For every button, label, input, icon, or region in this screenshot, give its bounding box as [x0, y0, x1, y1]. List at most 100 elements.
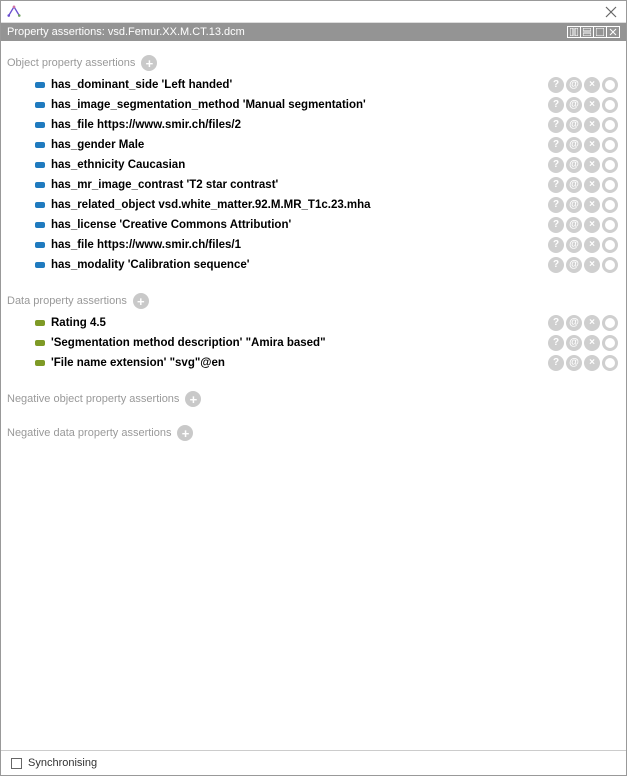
row-actions: ?@×	[548, 97, 620, 113]
ring-button[interactable]	[602, 177, 618, 193]
ring-button[interactable]	[602, 237, 618, 253]
panel-window-buttons	[568, 26, 620, 38]
object-property-icon	[35, 142, 45, 148]
assertion-row[interactable]: has_ethnicity Caucasian?@×	[7, 155, 620, 175]
assertion-text: 'File name extension' "svg"@en	[49, 357, 544, 369]
ring-button[interactable]	[602, 157, 618, 173]
row-actions: ?@×	[548, 137, 620, 153]
delete-button[interactable]: ×	[584, 335, 600, 351]
assertion-row[interactable]: has_license 'Creative Commons Attributio…	[7, 215, 620, 235]
window-close-button[interactable]	[602, 3, 620, 21]
assertion-text: has_gender Male	[49, 139, 544, 151]
ring-button[interactable]	[602, 197, 618, 213]
ring-button[interactable]	[602, 355, 618, 371]
add-data-assertion-button[interactable]: +	[133, 293, 149, 309]
at-button[interactable]: @	[566, 97, 582, 113]
delete-button[interactable]: ×	[584, 257, 600, 273]
ring-button[interactable]	[602, 217, 618, 233]
section-header-negobj: Negative object property assertions +	[7, 391, 620, 407]
add-neg-data-assertion-button[interactable]: +	[177, 425, 193, 441]
assertion-row[interactable]: has_related_object vsd.white_matter.92.M…	[7, 195, 620, 215]
at-button[interactable]: @	[566, 177, 582, 193]
assertion-text: has_ethnicity Caucasian	[49, 159, 544, 171]
delete-button[interactable]: ×	[584, 77, 600, 93]
help-button[interactable]: ?	[548, 335, 564, 351]
synchronising-checkbox[interactable]	[11, 758, 22, 769]
delete-button[interactable]: ×	[584, 137, 600, 153]
assertion-row[interactable]: has_image_segmentation_method 'Manual se…	[7, 95, 620, 115]
panel-btn-1[interactable]	[567, 26, 581, 38]
help-button[interactable]: ?	[548, 137, 564, 153]
at-button[interactable]: @	[566, 257, 582, 273]
assertion-text: has_license 'Creative Commons Attributio…	[49, 219, 544, 231]
ring-button[interactable]	[602, 77, 618, 93]
object-property-icon	[35, 82, 45, 88]
ring-button[interactable]	[602, 97, 618, 113]
delete-button[interactable]: ×	[584, 117, 600, 133]
app-logo-icon	[7, 5, 21, 19]
help-button[interactable]: ?	[548, 355, 564, 371]
at-button[interactable]: @	[566, 197, 582, 213]
data-property-section: Data property assertions + Rating 4.5?@×…	[7, 293, 620, 373]
ring-button[interactable]	[602, 117, 618, 133]
assertion-row[interactable]: has_file https://www.smir.ch/files/1?@×	[7, 235, 620, 255]
at-button[interactable]: @	[566, 217, 582, 233]
negative-object-property-section: Negative object property assertions +	[7, 391, 620, 407]
help-button[interactable]: ?	[548, 217, 564, 233]
row-actions: ?@×	[548, 217, 620, 233]
panel-title: Property assertions: vsd.Femur.XX.M.CT.1…	[7, 26, 568, 38]
section-label: Negative data property assertions	[7, 427, 171, 439]
delete-button[interactable]: ×	[584, 157, 600, 173]
assertion-row[interactable]: has_dominant_side 'Left handed'?@×	[7, 75, 620, 95]
help-button[interactable]: ?	[548, 177, 564, 193]
at-button[interactable]: @	[566, 237, 582, 253]
assertion-row[interactable]: has_modality 'Calibration sequence'?@×	[7, 255, 620, 275]
assertion-row[interactable]: has_gender Male?@×	[7, 135, 620, 155]
at-button[interactable]: @	[566, 315, 582, 331]
ring-button[interactable]	[602, 137, 618, 153]
ring-button[interactable]	[602, 335, 618, 351]
ring-button[interactable]	[602, 315, 618, 331]
panel-btn-4[interactable]	[606, 26, 620, 38]
help-button[interactable]: ?	[548, 117, 564, 133]
help-button[interactable]: ?	[548, 237, 564, 253]
assertion-row[interactable]: 'Segmentation method description' "Amira…	[7, 333, 620, 353]
add-object-assertion-button[interactable]: +	[141, 55, 157, 71]
delete-button[interactable]: ×	[584, 315, 600, 331]
assertion-row[interactable]: has_mr_image_contrast 'T2 star contrast'…	[7, 175, 620, 195]
delete-button[interactable]: ×	[584, 177, 600, 193]
row-actions: ?@×	[548, 117, 620, 133]
delete-button[interactable]: ×	[584, 197, 600, 213]
assertion-row[interactable]: 'File name extension' "svg"@en?@×	[7, 353, 620, 373]
help-button[interactable]: ?	[548, 77, 564, 93]
content-area: Object property assertions + has_dominan…	[1, 41, 626, 750]
assertion-row[interactable]: has_file https://www.smir.ch/files/2?@×	[7, 115, 620, 135]
delete-button[interactable]: ×	[584, 97, 600, 113]
at-button[interactable]: @	[566, 355, 582, 371]
at-button[interactable]: @	[566, 137, 582, 153]
delete-button[interactable]: ×	[584, 217, 600, 233]
help-button[interactable]: ?	[548, 157, 564, 173]
row-actions: ?@×	[548, 257, 620, 273]
panel-btn-3[interactable]	[593, 26, 607, 38]
object-property-icon	[35, 102, 45, 108]
assertion-text: Rating 4.5	[49, 317, 544, 329]
at-button[interactable]: @	[566, 77, 582, 93]
at-button[interactable]: @	[566, 117, 582, 133]
data-property-icon	[35, 320, 45, 326]
assertion-row[interactable]: Rating 4.5?@×	[7, 313, 620, 333]
delete-button[interactable]: ×	[584, 237, 600, 253]
panel-btn-2[interactable]	[580, 26, 594, 38]
add-neg-object-assertion-button[interactable]: +	[185, 391, 201, 407]
delete-button[interactable]: ×	[584, 355, 600, 371]
help-button[interactable]: ?	[548, 315, 564, 331]
ring-button[interactable]	[602, 257, 618, 273]
row-actions: ?@×	[548, 177, 620, 193]
at-button[interactable]: @	[566, 335, 582, 351]
help-button[interactable]: ?	[548, 197, 564, 213]
at-button[interactable]: @	[566, 157, 582, 173]
panel-header: Property assertions: vsd.Femur.XX.M.CT.1…	[1, 23, 626, 41]
help-button[interactable]: ?	[548, 97, 564, 113]
help-button[interactable]: ?	[548, 257, 564, 273]
assertion-text: has_image_segmentation_method 'Manual se…	[49, 99, 544, 111]
